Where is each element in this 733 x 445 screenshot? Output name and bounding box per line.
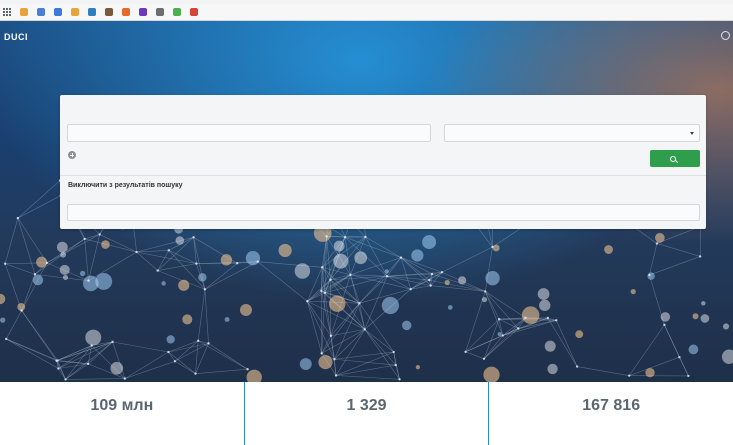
bookmark-item[interactable]	[190, 8, 201, 16]
site-logo[interactable]: DUCI	[4, 32, 28, 42]
bookmark-item[interactable]	[20, 8, 31, 16]
bookmark-favicon-icon	[173, 8, 181, 16]
bookmark-favicon-icon	[88, 8, 96, 16]
bookmark-item[interactable]	[88, 8, 99, 16]
chevron-down-icon	[690, 132, 694, 135]
search-button[interactable]	[650, 150, 700, 167]
bookmark-favicon-icon	[71, 8, 79, 16]
bookmark-item[interactable]	[122, 8, 133, 16]
bookmark-favicon-icon	[122, 8, 130, 16]
bookmark-favicon-icon	[139, 8, 147, 16]
bookmark-favicon-icon	[54, 8, 62, 16]
stats-bar: 109 млн 1 329 167 816	[0, 382, 733, 445]
bookmark-item[interactable]	[156, 8, 167, 16]
bookmark-favicon-icon	[20, 8, 28, 16]
bookmark-favicon-icon	[156, 8, 164, 16]
stat-value: 167 816	[582, 397, 641, 414]
exclude-title: Виключити з результатів пошуку	[68, 182, 183, 189]
exclude-input[interactable]	[67, 204, 700, 221]
plus-circle-icon[interactable]	[68, 151, 76, 159]
bookmarks-bar	[0, 4, 733, 21]
bookmark-favicon-icon	[190, 8, 198, 16]
bookmark-item[interactable]	[71, 8, 82, 16]
bookmark-item[interactable]	[54, 8, 65, 16]
stat-institutions: 1 329	[245, 382, 490, 445]
search-field-select[interactable]	[444, 124, 700, 142]
top-navbar: DUCI	[0, 21, 733, 51]
language-globe-icon[interactable]	[721, 31, 730, 40]
search-card: Виключити з результатів пошуку	[60, 95, 706, 229]
bookmark-item[interactable]	[139, 8, 150, 16]
bookmark-favicon-icon	[37, 8, 45, 16]
bookmark-item[interactable]	[37, 8, 48, 16]
stat-ukrainian-publications: 167 816	[489, 382, 733, 445]
search-icon	[670, 155, 676, 162]
add-search-field-row[interactable]	[68, 151, 82, 159]
bookmark-item[interactable]	[105, 8, 116, 16]
apps-grid-icon	[3, 8, 11, 16]
search-input[interactable]	[67, 124, 431, 142]
card-divider	[60, 175, 706, 176]
stat-value: 109 млн	[90, 397, 154, 414]
stat-value: 1 329	[346, 397, 387, 414]
stat-publications: 109 млн	[0, 382, 245, 445]
bookmark-apps[interactable]	[3, 8, 14, 16]
bookmark-favicon-icon	[105, 8, 113, 16]
bookmark-item[interactable]	[173, 8, 184, 16]
